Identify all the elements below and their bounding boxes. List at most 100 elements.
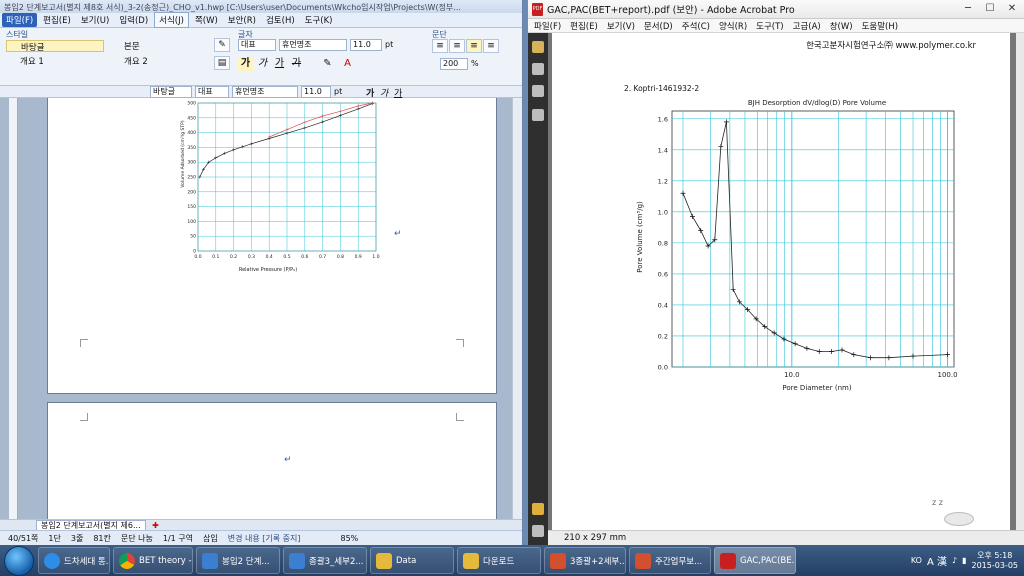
status-insert[interactable]: 삽입 [203, 533, 218, 544]
hwp-menu-view[interactable]: 보기(U) [77, 13, 114, 27]
doc-page-2[interactable]: ↵ [47, 402, 497, 519]
task-acrobat[interactable]: GAC,PAC(BE... [714, 547, 796, 574]
margin-corner [456, 413, 464, 421]
hwp-menu-format[interactable]: 서식(J) [154, 12, 189, 28]
doc-page-1[interactable]: 500 450 400 350 300 250 200 150 100 50 0 0.0 0.1 0.2… [47, 98, 497, 394]
maximize-icon[interactable]: ☐ [980, 2, 1000, 16]
minimize-icon[interactable]: ─ [958, 2, 978, 16]
font-color-icon[interactable]: A [340, 57, 355, 71]
acro-menu-tools[interactable]: 도구(T) [756, 20, 783, 32]
close-icon[interactable]: ✕ [1002, 2, 1022, 16]
italic-button[interactable]: 가 [255, 57, 270, 71]
bjh-data-point [804, 345, 810, 351]
style-item-base[interactable]: 바탕글 [6, 40, 104, 53]
task-hwp-2-label: 종괄3_세부2... [309, 556, 364, 567]
strike-button[interactable]: 가 [289, 57, 304, 71]
acro-menu-edit[interactable]: 편집(E) [570, 20, 598, 32]
hwp-menu-security[interactable]: 보안(R) [224, 13, 260, 27]
acro-menu-file[interactable]: 파일(F) [534, 20, 561, 32]
hwp-vertical-scrollbar[interactable] [512, 98, 522, 519]
hwp-window: 봉입2 단계보고서(별지 제8호 서식)_3-2(송정근)_CHO_v1.hwp… [0, 0, 523, 545]
style-item-outline1[interactable]: 개요 1 [6, 55, 104, 67]
iso-xtick-label: 0.1 [212, 254, 219, 260]
task-chrome[interactable]: BET theory -... [113, 547, 193, 574]
pen-icon[interactable]: ✎ [320, 57, 335, 71]
volume-icon[interactable]: ♪ [952, 556, 957, 565]
font-lang-select[interactable]: 대표 [238, 39, 276, 51]
acro-menu-comments[interactable]: 주석(C) [682, 20, 710, 32]
align-justify-icon[interactable]: ≡ [466, 39, 482, 53]
hwp-menu-page[interactable]: 쪽(W) [191, 13, 222, 27]
status-track[interactable]: 변경 내용 [기록 중지] [228, 533, 301, 544]
tb-style-select[interactable]: 바탕글 [150, 86, 192, 98]
pages-icon[interactable] [532, 63, 544, 75]
style-item-body[interactable]: 본문 [110, 40, 200, 52]
tb-font-name[interactable]: 휴먼명조 [232, 86, 298, 98]
hwp-document-area[interactable]: 500 450 400 350 300 250 200 150 100 50 0 0.0 0.1 0.2… [0, 98, 522, 519]
align-left-icon[interactable]: ≡ [432, 39, 448, 53]
iso-xlabel: Relative Pressure (P/P₀) [239, 267, 297, 273]
pdf-page[interactable]: 한국고분자시험연구소㈜ www.polymer.co.kr 2. Koptri-… [552, 33, 1010, 530]
iso-data-point [321, 120, 325, 124]
task-ie[interactable]: 드차세대 통... [38, 547, 110, 574]
tb-font-size[interactable]: 11.0 [301, 86, 331, 98]
start-button[interactable] [4, 545, 34, 576]
style-dialog-icon[interactable]: ✎ [214, 38, 230, 52]
acro-menu-help[interactable]: 도움말(H) [862, 20, 898, 32]
style-item-outline2[interactable]: 개요 2 [110, 55, 200, 67]
ime-indicator[interactable]: A 漢 [927, 553, 947, 568]
bold-button[interactable]: 가 [238, 57, 253, 71]
lang-indicator[interactable]: KO [911, 556, 922, 565]
iso-ytick-label: 450 [187, 115, 196, 121]
bjh-ytick-label: 0.0 [658, 364, 668, 372]
task-ppt-1[interactable]: 3종괄+2세부... [544, 547, 626, 574]
iso-data-point [338, 109, 342, 113]
new-tab-icon[interactable]: ✚ [152, 521, 159, 530]
task-hwp-1[interactable]: 봉입2 단계... [196, 547, 280, 574]
comment-icon[interactable] [532, 503, 544, 515]
task-folder-downloads[interactable]: 다운로드 [457, 547, 541, 574]
chrome-icon [119, 552, 135, 569]
network-icon[interactable]: ▮ [962, 556, 966, 565]
task-folder-data[interactable]: Data [370, 547, 454, 574]
font-size-input[interactable]: 11.0 [350, 39, 382, 51]
hwp-menu-tools[interactable]: 도구(K) [301, 13, 337, 27]
acro-menu-advanced[interactable]: 고급(A) [793, 20, 821, 32]
hwp-icon [202, 552, 218, 569]
attachments-icon[interactable] [532, 85, 544, 97]
iso-series-line [199, 103, 373, 178]
zoom-input[interactable]: 200 [440, 58, 468, 70]
acro-menu-view[interactable]: 보기(V) [607, 20, 635, 32]
acro-menu-forms[interactable]: 양식(R) [719, 20, 747, 32]
status-page: 40/51쪽 [8, 533, 39, 543]
hwp-menu-file[interactable]: 파일(F) [2, 13, 38, 27]
hwp-menubar: 파일(F) 편집(E) 보기(U) 입력(D) 서식(J) 쪽(W) 보안(R)… [0, 12, 522, 28]
status-zoom[interactable]: 85% [341, 534, 359, 543]
font-name-select[interactable]: 휴먼명조 [279, 39, 347, 51]
bjh-data-point [680, 190, 686, 196]
acro-menu-window[interactable]: 창(W) [830, 20, 853, 32]
hwp-menu-edit[interactable]: 편집(E) [39, 13, 75, 27]
task-acrobat-label: GAC,PAC(BE... [740, 555, 796, 566]
iso-data-point [249, 142, 253, 146]
tb-font-lang[interactable]: 대표 [195, 86, 229, 98]
iso-ytick-label: 0 [193, 249, 196, 255]
iso-ytick-label: 500 [187, 101, 196, 107]
iso-data-point [338, 113, 342, 117]
clock[interactable]: 오후 5:18 2015-03-05 [972, 551, 1019, 571]
task-hwp-2[interactable]: 종괄3_세부2... [283, 547, 367, 574]
hwp-menu-review[interactable]: 검토(H) [262, 13, 299, 27]
align-center-icon[interactable]: ≡ [449, 39, 465, 53]
pdf-vertical-scrollbar[interactable] [1016, 33, 1024, 530]
lock-icon[interactable] [532, 41, 544, 53]
align-right-icon[interactable]: ≡ [483, 39, 499, 53]
task-ppt-2[interactable]: 주간업무보... [629, 547, 711, 574]
acro-menu-document[interactable]: 문서(D) [644, 20, 673, 32]
tb-font-unit: pt [334, 87, 343, 96]
style-paint-icon[interactable]: ▤ [214, 56, 230, 70]
paperclip-icon[interactable] [532, 525, 544, 537]
underline-button[interactable]: 가 [272, 57, 287, 71]
hwp-menu-insert[interactable]: 입력(D) [115, 13, 152, 27]
signatures-icon[interactable] [532, 109, 544, 121]
pdf-canvas[interactable]: 한국고분자시험연구소㈜ www.polymer.co.kr 2. Koptri-… [548, 33, 1017, 530]
